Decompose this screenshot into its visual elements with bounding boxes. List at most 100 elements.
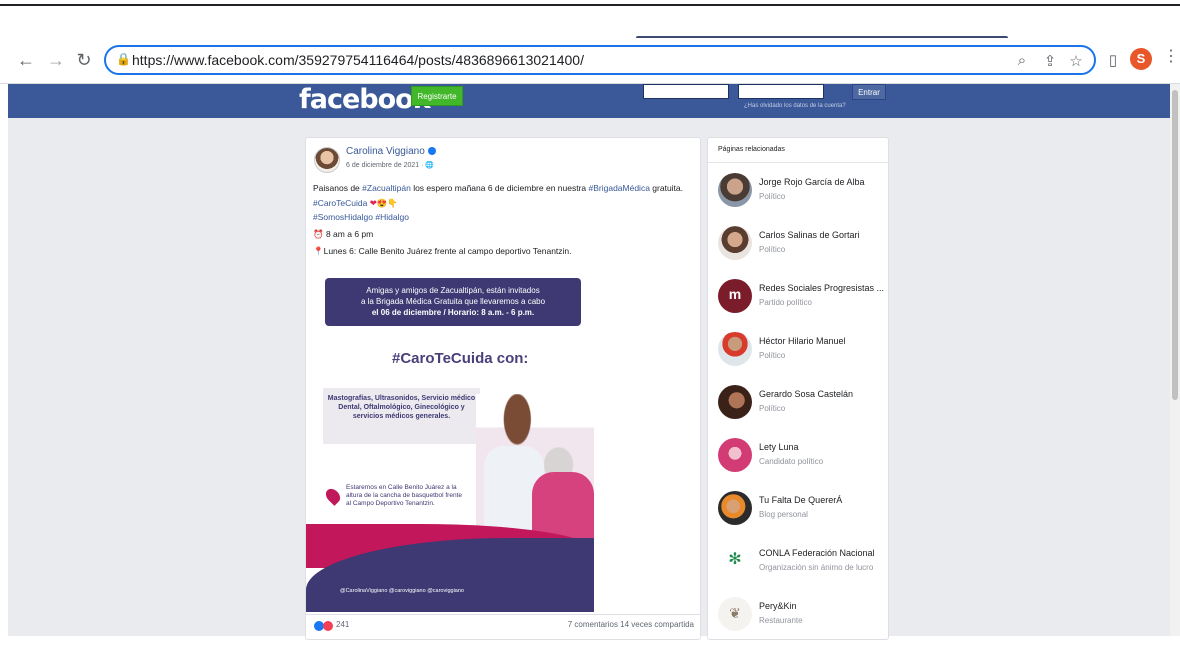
related-page-avatar[interactable] [718, 332, 752, 366]
related-page-category: Político [759, 351, 786, 360]
related-page-avatar[interactable] [718, 491, 752, 525]
more-menu-icon[interactable]: ⋮ [1163, 46, 1179, 66]
back-arrow-icon[interactable]: ← [14, 48, 38, 72]
address-bar[interactable]: 🔒 https://www.facebook.com/3592797541164… [104, 45, 1096, 75]
related-page-avatar[interactable]: m [718, 279, 752, 313]
reactions-count[interactable]: 241 [336, 620, 349, 629]
flyer-header-line: a la Brigada Médica Gratuita que llevare… [360, 297, 546, 306]
related-page-name[interactable]: Gerardo Sosa Castelán [759, 389, 853, 399]
related-page-avatar[interactable] [718, 226, 752, 260]
related-page-avatar[interactable] [718, 385, 752, 419]
verified-badge-icon [427, 147, 436, 156]
comments-shares-count[interactable]: 7 comentarios 14 veces compartida [568, 620, 694, 629]
post-text-segment: gratuita. [649, 183, 684, 193]
zoom-icon[interactable]: ⌕ [1012, 52, 1032, 69]
related-page-category: Político [759, 245, 786, 254]
related-page-category: Restaurante [759, 616, 803, 625]
related-page-name[interactable]: Carlos Salinas de Gortari [759, 230, 860, 240]
alarm-clock-icon: ⏰ [313, 229, 324, 239]
related-page-avatar[interactable] [718, 173, 752, 207]
top-rule [0, 4, 1180, 6]
post-card: Carolina Viggiano 6 de diciembre de 2021… [305, 137, 701, 640]
hashtag-link[interactable]: #SomosHidalgo #Hidalgo [313, 212, 409, 222]
love-reaction-icon[interactable] [323, 621, 333, 631]
author-avatar[interactable] [314, 147, 340, 173]
window-top-strip [0, 0, 1180, 39]
vertical-scrollbar[interactable] [1170, 84, 1180, 636]
related-page-item[interactable]: ❦ Pery&Kin Restaurante [718, 597, 888, 639]
bookmark-star-icon[interactable]: ☆ [1066, 52, 1086, 70]
related-page-category: Blog personal [759, 510, 808, 519]
related-page-category: Candidato político [759, 457, 824, 466]
related-page-item[interactable]: Gerardo Sosa Castelán Político [718, 385, 888, 429]
post-line-1: Paisanos de #Zacualtipán los espero maña… [313, 183, 683, 193]
globe-icon: 🌐 [425, 162, 435, 169]
flyer-header-line: el 06 de diciembre / Horario: 8 a.m. - 6… [371, 308, 535, 317]
post-line-3: #SomosHidalgo #Hidalgo [313, 212, 409, 222]
url-text[interactable]: https://www.facebook.com/359279754116464… [132, 52, 584, 68]
facebook-header: facebook Registrarte Entrar ¿Has olvidad… [8, 84, 1170, 118]
password-field[interactable] [738, 84, 824, 99]
flyer-header-line: Amigas y amigos de Zacualtipán, están in… [366, 286, 540, 295]
post-line-4: ⏰ 8 am a 6 pm [313, 229, 373, 240]
location-text: Lunes 6: Calle Benito Juárez frente al c… [323, 246, 572, 256]
post-text-segment: los espero mañana 6 de diciembre en nues… [410, 183, 589, 193]
related-page-avatar[interactable] [718, 438, 752, 472]
related-page-item[interactable]: ✻ CONLA Federación Nacional Organización… [718, 544, 888, 588]
flyer-title: #CaroTeCuida con: [392, 350, 529, 367]
lock-icon: 🔒 [116, 52, 131, 66]
profile-avatar[interactable]: S [1130, 48, 1152, 70]
related-pages-title: Páginas relacionadas [718, 146, 785, 153]
related-page-category: Político [759, 192, 786, 201]
post-text-segment: Paisanos de [313, 183, 363, 193]
side-panel-icon[interactable]: ▯ [1103, 51, 1123, 69]
location-pin-icon [323, 486, 343, 506]
related-page-item[interactable]: Carlos Salinas de Gortari Político [718, 226, 888, 270]
forgot-account-link[interactable]: ¿Has olvidado los datos de la cuenta? [744, 103, 846, 109]
register-button[interactable]: Registrarte [411, 86, 463, 106]
related-page-item[interactable]: Héctor Hilario Manuel Político [718, 332, 888, 376]
related-page-name[interactable]: Jorge Rojo García de Alba [759, 177, 865, 187]
related-page-name[interactable]: Héctor Hilario Manuel [759, 336, 846, 346]
related-page-item[interactable]: Jorge Rojo García de Alba Político [718, 173, 888, 217]
browser-toolbar: ← → ↻ 🔒 https://www.facebook.com/3592797… [0, 38, 1180, 84]
flyer-social-handles: @CarolinaViggiano @caroviggiano @carovig… [340, 588, 464, 594]
related-page-category: Partido político [759, 298, 812, 307]
login-button[interactable]: Entrar [852, 84, 886, 100]
flyer-location: Estaremos en Calle Benito Juárez a la al… [346, 484, 463, 507]
related-page-category: Político [759, 404, 786, 413]
post-line-5: 📍Lunes 6: Calle Benito Juárez frente al … [313, 246, 572, 257]
post-date[interactable]: 6 de diciembre de 2021 · 🌐 [346, 161, 434, 169]
pushpin-icon: 📍 [313, 246, 324, 256]
hashtag-link[interactable]: #BrigadaMédica [589, 183, 650, 193]
related-page-name[interactable]: Lety Luna [759, 442, 799, 452]
related-page-name[interactable]: Pery&Kin [759, 601, 797, 611]
post-footer: 241 7 comentarios 14 veces compartida [306, 614, 700, 639]
related-page-name[interactable]: CONLA Federación Nacional [759, 548, 875, 558]
flyer-header: Amigas y amigos de Zacualtipán, están in… [325, 278, 581, 326]
post-date-text[interactable]: 6 de diciembre de 2021 · [346, 162, 425, 169]
related-page-item[interactable]: Lety Luna Candidato político [718, 438, 888, 482]
hashtag-link[interactable]: #Zacualtipán [362, 183, 411, 193]
forward-arrow-icon[interactable]: → [44, 48, 68, 72]
email-field[interactable] [643, 84, 729, 99]
flyer-image[interactable]: Amigas y amigos de Zacualtipán, están in… [306, 266, 594, 612]
flyer-services: Mastografías, Ultrasonidos, Servicio méd… [323, 388, 480, 444]
hours-text: 8 am a 6 pm [325, 229, 374, 239]
conla-logo-icon[interactable]: ✻ [718, 544, 752, 578]
related-page-item[interactable]: m Redes Sociales Progresistas ... Partid… [718, 279, 888, 323]
hashtag-link[interactable]: #CaroTeCuida [313, 198, 367, 208]
related-page-name[interactable]: Redes Sociales Progresistas ... [759, 283, 884, 293]
author-name[interactable]: Carolina Viggiano [346, 146, 436, 157]
scrollbar-thumb[interactable] [1172, 90, 1178, 400]
sidebar-divider [708, 162, 888, 163]
post-line-2: #CaroTeCuida ❤😍👇 [313, 198, 398, 209]
pery-kin-logo-icon[interactable]: ❦ [718, 597, 752, 631]
related-page-category: Organización sin ánimo de lucro [759, 563, 874, 572]
related-pages-panel: Páginas relacionadas Jorge Rojo García d… [707, 137, 889, 640]
related-page-item[interactable]: Tu Falta De QuererÁ Blog personal [718, 491, 888, 535]
author-name-text[interactable]: Carolina Viggiano [346, 146, 425, 157]
reload-icon[interactable]: ↻ [72, 48, 96, 72]
share-icon[interactable]: ⇪ [1040, 52, 1060, 70]
related-page-name[interactable]: Tu Falta De QuererÁ [759, 495, 842, 505]
